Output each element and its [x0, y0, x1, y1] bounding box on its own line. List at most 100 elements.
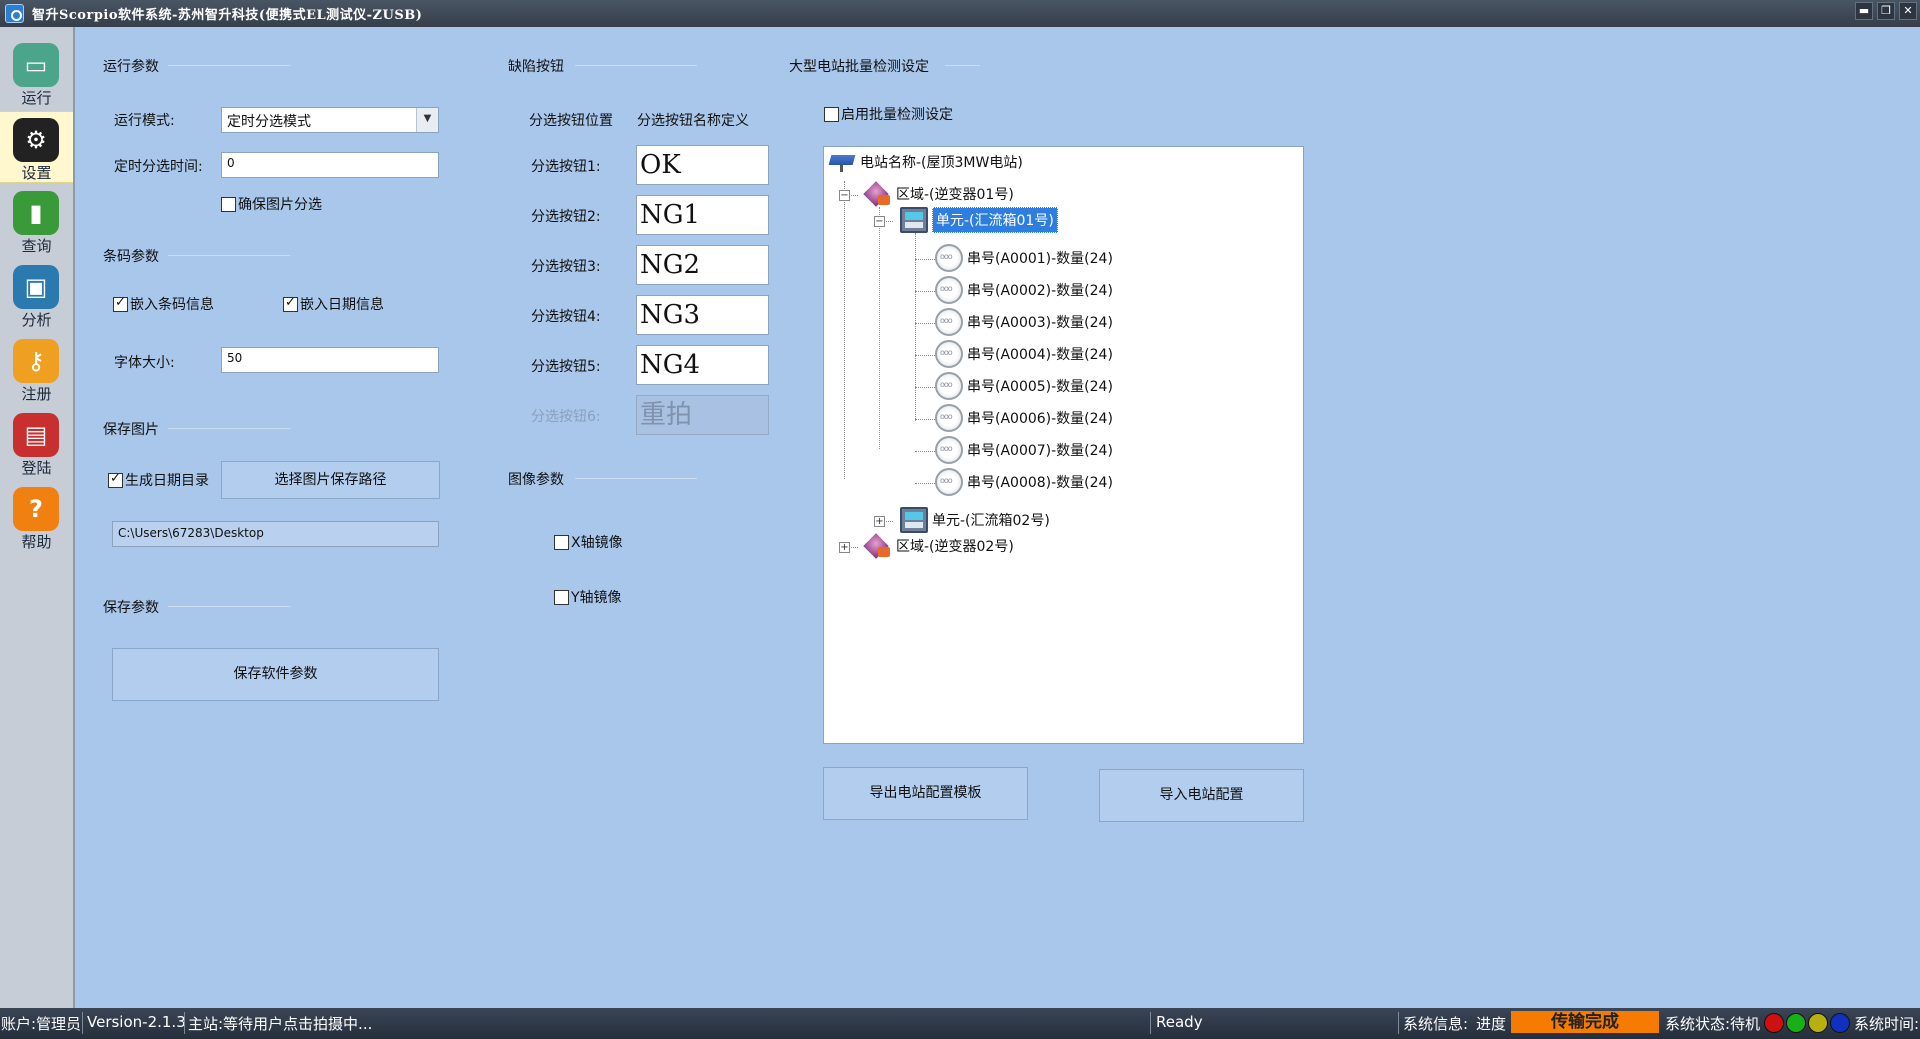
sort-button-6-label: 分选按钮6: [531, 409, 601, 425]
station-tree[interactable]: 电站名称-(屋顶3MW电站) − 区域-(逆变器01号) − 单元-(汇流箱01… [823, 146, 1304, 744]
sidebar-item-login[interactable]: ▤ 登陆 [0, 407, 73, 479]
ensure-image-checkbox[interactable]: 确保图片分选 [221, 194, 322, 214]
tree-connector [915, 323, 935, 324]
checkbox-box[interactable] [108, 471, 123, 488]
image-params-title: 图像参数 [508, 472, 564, 488]
sort-button-2-input[interactable]: NG1 [636, 195, 769, 235]
sidebar-item-label: 分析 [21, 311, 52, 329]
save-path-field[interactable]: C:\Users\67283\Desktop [112, 521, 439, 547]
embed-barcode-label: 嵌入条码信息 [130, 297, 214, 313]
tree-node-area-1[interactable]: 区域-(逆变器01号) [864, 181, 1014, 207]
checkbox-box[interactable] [554, 534, 569, 550]
sort-button-5-input[interactable]: NG4 [636, 345, 769, 385]
tree-node-label: 区域-(逆变器02号) [896, 539, 1014, 555]
account-status: 账户:管理员 [1, 1015, 82, 1033]
tree-node-label: 串号(A0006)-数量(24) [967, 411, 1113, 427]
x-mirror-label: X轴镜像 [571, 535, 623, 551]
font-size-input[interactable]: 50 [221, 347, 439, 373]
tree-node-string[interactable]: 串号(A0006)-数量(24) [935, 404, 1113, 432]
enable-batch-label: 启用批量检测设定 [841, 107, 953, 123]
expand-icon[interactable]: + [839, 542, 850, 553]
run-mode-select[interactable]: 定时分选模式 ▼ [221, 107, 439, 133]
system-time-label: 系统时间: [1854, 1015, 1920, 1033]
sidebar-item-run[interactable]: ▭ 运行 [0, 37, 73, 109]
section-divider [575, 478, 697, 479]
tree-node-area-2[interactable]: 区域-(逆变器02号) [864, 533, 1014, 559]
collapse-icon[interactable]: − [839, 190, 850, 201]
sort-button-1-input[interactable]: OK [636, 145, 769, 185]
restore-button[interactable]: ❐ [1877, 2, 1895, 20]
x-mirror-checkbox[interactable]: X轴镜像 [554, 532, 623, 552]
tree-connector [915, 233, 916, 421]
tree-node-station[interactable]: 电站名称-(屋顶3MW电站) [828, 151, 1023, 173]
collapse-icon[interactable]: − [874, 216, 885, 227]
checkbox-box[interactable] [283, 295, 298, 312]
defect-buttons-title: 缺陷按钮 [508, 59, 564, 75]
status-separator [1150, 1012, 1151, 1034]
tree-connector [915, 291, 935, 292]
save-params-title: 保存参数 [103, 600, 159, 616]
barcode-params-title: 条码参数 [103, 249, 159, 265]
enable-batch-checkbox[interactable]: 启用批量检测设定 [824, 104, 953, 124]
checkbox-box[interactable] [113, 295, 128, 312]
tree-node-string[interactable]: 串号(A0005)-数量(24) [935, 372, 1113, 400]
ready-status: Ready [1156, 1013, 1203, 1031]
sidebar-item-label: 帮助 [21, 533, 52, 551]
monitor-icon: ▭ [13, 43, 59, 87]
sort-button-4-input[interactable]: NG3 [636, 295, 769, 335]
windows-monitor-icon: ▣ [13, 265, 59, 309]
tree-node-label: 单元-(汇流箱02号) [932, 513, 1050, 529]
tree-node-string[interactable]: 串号(A0002)-数量(24) [935, 276, 1113, 304]
sort-button-3-input[interactable]: NG2 [636, 245, 769, 285]
save-params-button[interactable]: 保存软件参数 [112, 648, 439, 701]
tree-node-unit-1[interactable]: 单元-(汇流箱01号) [900, 207, 1058, 233]
sidebar-item-register[interactable]: ⚷ 注册 [0, 333, 73, 405]
string-icon [935, 340, 963, 368]
choose-path-button[interactable]: 选择图片保存路径 [221, 461, 440, 499]
sidebar-item-help[interactable]: ? 帮助 [0, 481, 73, 553]
date-dir-checkbox[interactable]: 生成日期目录 [108, 470, 209, 490]
section-divider [168, 65, 290, 66]
y-mirror-label: Y轴镜像 [571, 590, 622, 606]
tree-node-label: 单元-(汇流箱01号) [932, 207, 1058, 233]
status-led-green-icon [1786, 1013, 1806, 1033]
sidebar-item-label: 查询 [21, 237, 52, 255]
checkbox-box[interactable] [221, 196, 236, 212]
inverter-icon [864, 533, 892, 559]
sidebar-item-query[interactable]: ▮ 查询 [0, 185, 73, 257]
sidebar-item-settings[interactable]: ⚙ 设置 [0, 111, 73, 183]
window-title: 智升Scorpio软件系统-苏州智升科技(便携式EL测试仪-ZUSB) [32, 8, 423, 23]
tree-node-string[interactable]: 串号(A0003)-数量(24) [935, 308, 1113, 336]
expand-icon[interactable]: + [874, 516, 885, 527]
sidebar-item-analysis[interactable]: ▣ 分析 [0, 259, 73, 331]
tree-node-unit-2[interactable]: 单元-(汇流箱02号) [900, 507, 1050, 533]
embed-barcode-checkbox[interactable]: 嵌入条码信息 [113, 294, 214, 314]
close-button[interactable]: ✕ [1899, 2, 1917, 20]
tree-node-string[interactable]: 串号(A0008)-数量(24) [935, 468, 1113, 496]
minimize-button[interactable]: ▬ [1855, 2, 1873, 20]
tree-node-string[interactable]: 串号(A0007)-数量(24) [935, 436, 1113, 464]
app-logo-icon [5, 4, 24, 23]
export-config-button[interactable]: 导出电站配置模板 [823, 767, 1028, 820]
chevron-down-icon[interactable]: ▼ [416, 108, 438, 132]
embed-date-label: 嵌入日期信息 [300, 297, 384, 313]
bar-chart-icon: ▮ [13, 191, 59, 235]
col-name-header: 分选按钮名称定义 [637, 113, 749, 129]
solar-panel-icon [828, 151, 856, 173]
string-icon [935, 436, 963, 464]
checkbox-box[interactable] [554, 589, 569, 605]
tree-connector [915, 483, 935, 484]
timer-input[interactable]: 0 [221, 152, 439, 178]
run-params-title: 运行参数 [103, 59, 159, 75]
embed-date-checkbox[interactable]: 嵌入日期信息 [283, 294, 384, 314]
checkbox-box[interactable] [824, 106, 839, 122]
tree-node-string[interactable]: 串号(A0001)-数量(24) [935, 244, 1113, 272]
save-image-title: 保存图片 [103, 422, 159, 438]
tree-node-string[interactable]: 串号(A0004)-数量(24) [935, 340, 1113, 368]
section-divider [945, 65, 980, 66]
status-bar: 账户:管理员 Version-2.1.3 主站:等待用户点击拍摄中... Rea… [0, 1008, 1920, 1039]
import-config-button[interactable]: 导入电站配置 [1099, 769, 1304, 822]
sort-button-4-label: 分选按钮4: [531, 309, 601, 325]
font-size-label: 字体大小: [114, 355, 175, 371]
y-mirror-checkbox[interactable]: Y轴镜像 [554, 587, 622, 607]
